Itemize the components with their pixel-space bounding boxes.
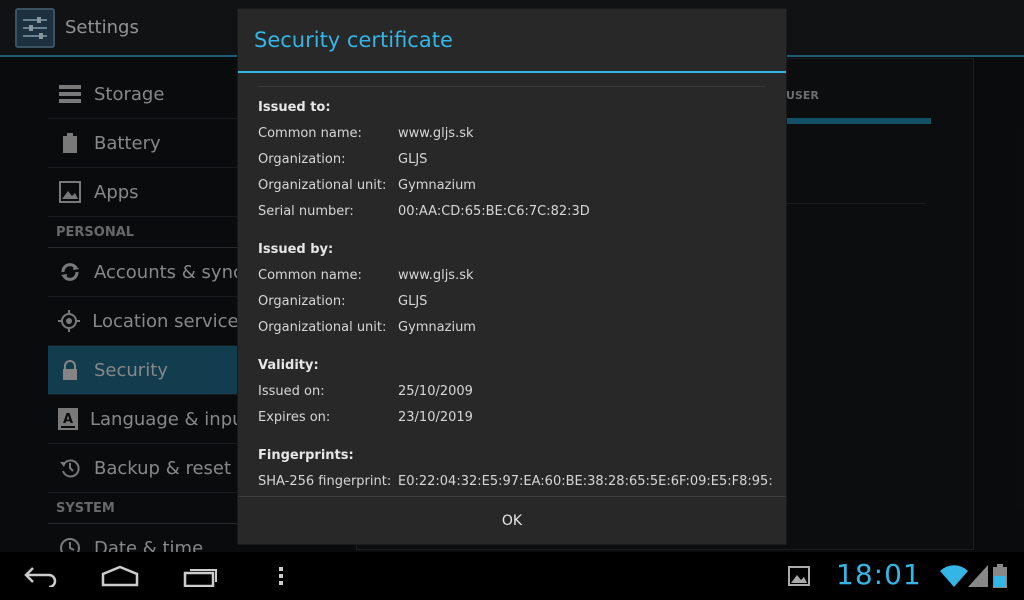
field-label: Organizational unit: [258, 178, 387, 193]
issued-by-common-name-row: Common name: www.gljs.sk [258, 266, 773, 292]
home-button[interactable] [100, 560, 140, 592]
issued-on-row: Issued on: 25/10/2009 [258, 382, 773, 408]
fingerprints-title: Fingerprints: [258, 448, 354, 463]
field-value: 23/10/2019 [398, 410, 473, 425]
overflow-menu-icon [279, 567, 283, 585]
issued-to-unit-row: Organizational unit: Gymnazium [258, 176, 773, 202]
certificate-details-scroll[interactable]: Issued to: Common name: www.gljs.sk Orga… [238, 73, 786, 496]
field-label: Common name: [258, 268, 362, 283]
field-value: 25/10/2009 [398, 384, 473, 399]
screenshot-notification-icon[interactable] [788, 560, 810, 592]
sha256-fingerprint-row: SHA-256 fingerprint: E0:22:04:32:E5:97:E… [258, 472, 773, 496]
wifi-icon [940, 560, 968, 592]
field-label: Issued on: [258, 384, 325, 399]
signal-icon [968, 560, 988, 592]
status-clock: 18:01 [836, 558, 922, 591]
field-label: Expires on: [258, 410, 331, 425]
dialog-title: Security certificate [254, 28, 453, 52]
security-certificate-dialog: Security certificate Issued to: Common n… [238, 9, 786, 544]
validity-title: Validity: [258, 358, 319, 373]
issued-to-title: Issued to: [258, 100, 331, 115]
field-label: Serial number: [258, 204, 354, 219]
field-value: Gymnazium [398, 178, 476, 193]
back-icon [24, 567, 57, 587]
certificate-content: Issued to: Common name: www.gljs.sk Orga… [258, 98, 773, 496]
issued-to-common-name-row: Common name: www.gljs.sk [258, 124, 773, 150]
field-label: Organizational unit: [258, 320, 387, 335]
issued-by-unit-row: Organizational unit: Gymnazium [258, 318, 773, 344]
field-label: Organization: [258, 294, 346, 309]
issued-by-organization-row: Organization: GLJS [258, 292, 773, 318]
issued-to-organization-row: Organization: GLJS [258, 150, 773, 176]
home-icon [101, 565, 139, 587]
field-value: Gymnazium [398, 320, 476, 335]
dialog-footer: OK [238, 496, 786, 545]
field-label: Organization: [258, 152, 346, 167]
field-value: GLJS [398, 152, 428, 167]
menu-button[interactable] [276, 560, 286, 592]
body-divider [258, 86, 765, 87]
recent-apps-icon [183, 569, 217, 587]
field-value: GLJS [398, 294, 428, 309]
battery-status-icon [992, 560, 1008, 592]
recent-apps-button[interactable] [182, 560, 220, 592]
ok-button[interactable]: OK [238, 497, 786, 545]
issued-by-title: Issued by: [258, 242, 334, 257]
back-button[interactable] [22, 560, 60, 592]
field-label: Common name: [258, 126, 362, 141]
field-label: SHA-256 fingerprint: [258, 474, 392, 489]
serial-number-row: Serial number: 00:AA:CD:65:BE:C6:7C:82:3… [258, 202, 773, 228]
expires-on-row: Expires on: 23/10/2019 [258, 408, 773, 434]
field-value: www.gljs.sk [398, 126, 474, 141]
field-value: 00:AA:CD:65:BE:C6:7C:82:3D [398, 204, 590, 219]
field-value: www.gljs.sk [398, 268, 474, 283]
field-value: E0:22:04:32:E5:97:EA:60:BE:38:28:65:5E:6… [398, 474, 773, 489]
